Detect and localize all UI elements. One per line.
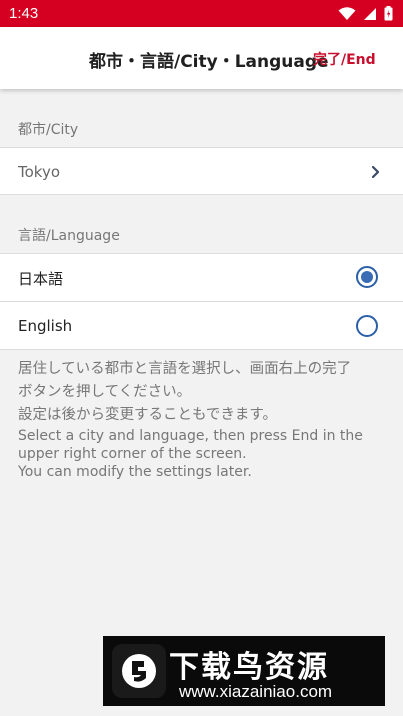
end-button[interactable]: 完了/End bbox=[313, 49, 376, 69]
page-title: 都市・言語/City・Language bbox=[89, 52, 329, 72]
status-bar: 1:43 bbox=[0, 0, 403, 27]
battery-icon bbox=[384, 6, 393, 21]
watermark-url: www.xiazainiao.com bbox=[179, 682, 333, 701]
wifi-icon bbox=[338, 6, 356, 21]
radio-selected-japanese[interactable] bbox=[356, 266, 378, 288]
language-section-label: 言語/Language bbox=[18, 228, 120, 244]
status-time: 1:43 bbox=[9, 5, 39, 22]
language-option-label: English bbox=[18, 317, 73, 335]
radio-unselected-english[interactable] bbox=[356, 315, 378, 337]
help-en-line2: upper right corner of the screen. bbox=[18, 446, 247, 462]
help-en-line1: Select a city and language, then press E… bbox=[18, 428, 363, 444]
bird-logo-icon bbox=[112, 644, 166, 698]
watermark-title: 下载鸟资源 bbox=[169, 650, 329, 685]
chevron-right-icon bbox=[371, 164, 381, 183]
radio-dot bbox=[361, 271, 373, 283]
status-icons bbox=[338, 0, 393, 27]
city-section-label: 都市/City bbox=[18, 122, 79, 138]
help-ja-line1: 居住している都市と言語を選択し、画面右上の完了 bbox=[18, 361, 352, 377]
help-text: 居住している都市と言語を選択し、画面右上の完了 ボタンを押してください。 設定は… bbox=[18, 358, 390, 481]
signal-icon bbox=[363, 7, 377, 21]
language-list: 日本語 English bbox=[0, 253, 403, 350]
watermark-banner: 下载鸟资源 www.xiazainiao.com bbox=[103, 636, 385, 706]
city-value: Tokyo bbox=[18, 163, 60, 181]
city-row[interactable]: Tokyo bbox=[0, 147, 403, 195]
header: 都市・言語/City・Language 完了/End bbox=[0, 27, 403, 89]
help-en-line3: You can modify the settings later. bbox=[18, 464, 252, 480]
language-option-japanese[interactable]: 日本語 bbox=[0, 254, 403, 301]
help-ja-line3: 設定は後から変更することもできます。 bbox=[18, 407, 277, 423]
language-option-english[interactable]: English bbox=[0, 302, 403, 350]
help-ja-line2: ボタンを押してください。 bbox=[18, 384, 192, 400]
language-option-label: 日本語 bbox=[18, 270, 64, 288]
